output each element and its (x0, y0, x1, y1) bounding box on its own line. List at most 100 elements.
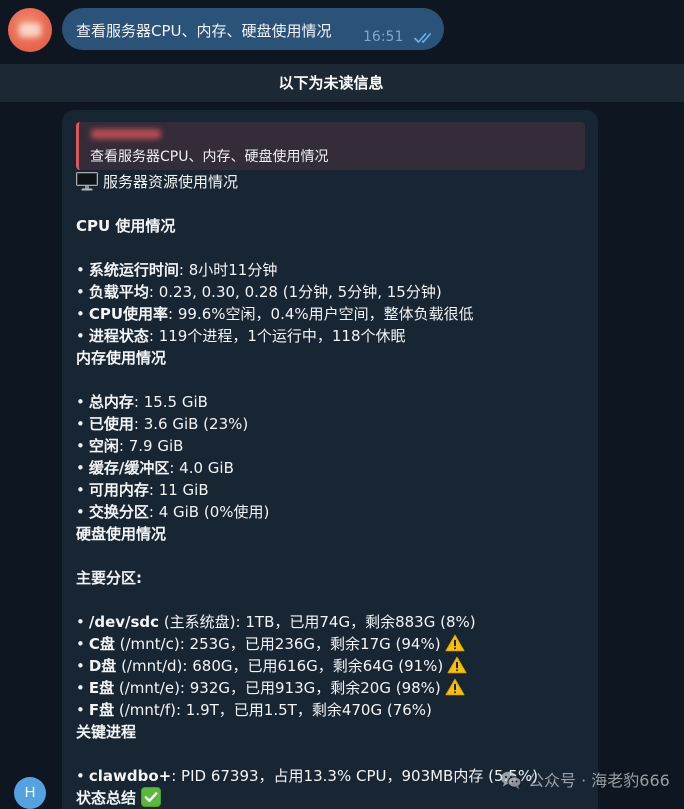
report-heading-text: 服务器资源使用情况 (103, 173, 239, 191)
bullet: • (76, 415, 85, 433)
item-label: 负载平均 (88, 283, 149, 301)
reply-quote[interactable]: 查看服务器CPU、内存、硬盘使用情况 (76, 122, 585, 170)
bullet: • (76, 613, 85, 631)
bullet: • (76, 481, 85, 499)
memory-item: • 空闲: 7.9 GiB (76, 435, 586, 457)
partitions-subtitle-text: 主要分区: (76, 569, 142, 587)
bullet: • (76, 503, 85, 521)
bullet: • (76, 393, 85, 411)
partition-item: • E盘 (/mnt/e): 932G，已用913G，剩余20G (98%) (76, 677, 586, 699)
memory-item: • 交换分区: 4 GiB (0%使用) (76, 501, 586, 523)
item-label: CPU使用率 (88, 305, 169, 323)
outgoing-message-text: 查看服务器CPU、内存、硬盘使用情况 (76, 22, 332, 40)
disk-section-title: 硬盘使用情况 (76, 523, 586, 545)
message-time: 16:51 (363, 29, 404, 45)
item-value: : 15.5 GiB (133, 393, 208, 411)
process-section-title: 关键进程 (76, 721, 586, 743)
unread-divider-label: 以下为未读信息 (278, 74, 384, 92)
incoming-message[interactable]: 查看服务器CPU、内存、硬盘使用情况 服务器资源使用情况 CPU 使用情况 • 系… (62, 110, 598, 809)
item-label: 可用内存 (88, 481, 149, 499)
partition-value: (/mnt/f): 1.9T，已用1.5T，剩余470G (76%) (114, 701, 432, 719)
bullet: • (76, 327, 85, 345)
cpu-section-title: CPU 使用情况 (76, 215, 586, 237)
sender-avatar-initial: H (24, 784, 36, 801)
item-value: : 99.6%空闲，0.4%用户空间，整体负载很低 (168, 305, 474, 323)
check-mark-button-icon (141, 787, 162, 809)
watermark-text: 公众号 · 海老豹666 (528, 771, 670, 790)
partition-value: (主系统盘): 1TB，已用74G，剩余883G (8%) (159, 613, 476, 631)
partition-value: (/mnt/d): 680G，已用616G，剩余64G (91%) (116, 657, 444, 675)
cpu-item: • 负载平均: 0.23, 0.30, 0.28 (1分钟, 5分钟, 15分钟) (76, 281, 586, 303)
bullet: • (76, 657, 85, 675)
item-value: : 3.6 GiB (23%) (133, 415, 249, 433)
cpu-item: • CPU使用率: 99.6%空闲，0.4%用户空间，整体负载很低 (76, 303, 586, 325)
bullet: • (76, 305, 85, 323)
reply-quote-text: 查看服务器CPU、内存、硬盘使用情况 (90, 149, 329, 165)
memory-item: • 总内存: 15.5 GiB (76, 391, 586, 413)
chat-window: 查看服务器CPU、内存、硬盘使用情况 16:51 以下为未读信息 查看服务器CP… (0, 0, 684, 809)
process-section-title-text: 关键进程 (76, 723, 137, 741)
reply-author-name-blurred (91, 129, 161, 139)
item-label: 总内存 (88, 393, 134, 411)
message-body: 服务器资源使用情况 CPU 使用情况 • 系统运行时间: 8小时11分钟 • 负载平… (76, 171, 586, 809)
partition-item: •/dev/sdc (主系统盘): 1TB，已用74G，剩余883G (8%) (76, 611, 586, 633)
memory-item: • 已使用: 3.6 GiB (23%) (76, 413, 586, 435)
partitions-subtitle: 主要分区: (76, 567, 586, 589)
partition-item: • C盘 (/mnt/c): 253G，已用236G，剩余17G (94%) (76, 633, 586, 655)
partition-label: F盘 (88, 701, 115, 719)
item-value: : 119个进程，1个运行中，118个休眠 (148, 327, 406, 345)
partition-value: (/mnt/e): 932G，已用913G，剩余20G (98%) (114, 679, 441, 697)
item-value: : 7.9 GiB (118, 437, 184, 455)
partition-item: • D盘 (/mnt/d): 680G，已用616G，剩余64G (91%) (76, 655, 586, 677)
partition-label: E盘 (88, 679, 115, 697)
outgoing-message[interactable]: 查看服务器CPU、内存、硬盘使用情况 16:51 (62, 8, 444, 50)
memory-section-title: 内存使用情况 (76, 347, 586, 369)
bullet: • (76, 261, 85, 279)
watermark: 公众号 · 海老豹666 (500, 770, 670, 792)
process-value: : PID 67393，占用13.3% CPU，903MB内存 (5.5%) (171, 767, 538, 785)
cpu-item: • 系统运行时间: 8小时11分钟 (76, 259, 586, 281)
contact-avatar[interactable] (8, 8, 52, 52)
bullet: • (76, 635, 85, 653)
item-label: 进程状态 (88, 327, 149, 345)
sender-avatar[interactable]: H (14, 777, 46, 809)
partition-value: (/mnt/c): 253G，已用236G，剩余17G (94%) (114, 635, 441, 653)
partition-label: C盘 (88, 635, 115, 653)
partition-label: /dev/sdc (88, 613, 160, 631)
item-label: 系统运行时间 (88, 261, 179, 279)
warning-icon (445, 678, 465, 702)
item-label: 已使用 (88, 415, 134, 433)
cpu-section-title-text: CPU 使用情况 (76, 217, 176, 235)
item-value: : 0.23, 0.30, 0.28 (1分钟, 5分钟, 15分钟) (148, 283, 442, 301)
item-value: : 8小时11分钟 (178, 261, 278, 279)
cpu-item: • 进程状态: 119个进程，1个运行中，118个休眠 (76, 325, 586, 347)
bullet: • (76, 701, 85, 719)
bullet: • (76, 679, 85, 697)
item-label: 缓存/缓冲区 (88, 459, 170, 477)
bullet: • (76, 283, 85, 301)
disk-section-title-text: 硬盘使用情况 (76, 525, 167, 543)
bullet: • (76, 767, 85, 785)
unread-divider: 以下为未读信息 (0, 64, 684, 102)
partition-label: D盘 (88, 657, 117, 675)
partition-item: • F盘 (/mnt/f): 1.9T，已用1.5T，剩余470G (76%) (76, 699, 586, 721)
memory-section-title-text: 内存使用情况 (76, 349, 167, 367)
avatar-initials-blurred (19, 23, 41, 37)
report-heading: 服务器资源使用情况 (76, 171, 586, 193)
memory-item: • 缓存/缓冲区: 4.0 GiB (76, 457, 586, 479)
double-check-icon (414, 33, 431, 43)
bullet: • (76, 459, 85, 477)
item-label: 交换分区 (88, 503, 149, 521)
bullet: • (76, 437, 85, 455)
memory-item: • 可用内存: 11 GiB (76, 479, 586, 501)
item-value: : 4.0 GiB (169, 459, 234, 477)
wechat-icon (501, 771, 522, 789)
item-value: : 4 GiB (0%使用) (148, 503, 270, 521)
process-label: clawdbo+ (88, 767, 172, 785)
item-value: : 11 GiB (148, 481, 209, 499)
